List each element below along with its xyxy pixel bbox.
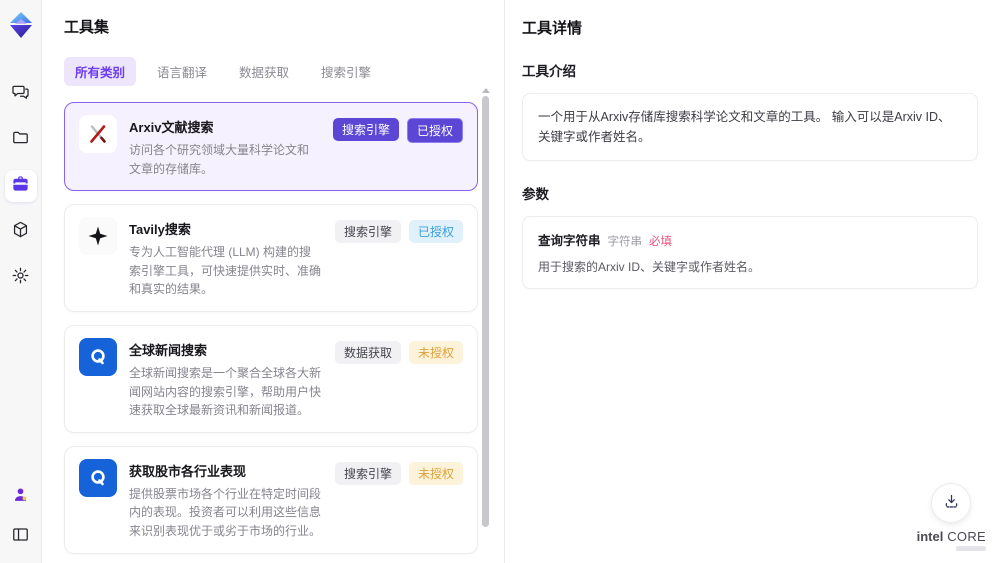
detail-title: 工具详情 [522,20,583,37]
scrollbar-up-arrow[interactable] [482,88,490,93]
page-title: 工具集 [64,19,110,36]
tool-card[interactable]: Tavily搜索 专为人工智能代理 (LLM) 构建的搜索引擎工具，可快速提供实… [64,204,478,312]
tool-badges: 搜索引擎 已授权 [332,115,463,178]
auth-status-badge: 未授权 [408,340,463,364]
auth-status-badge: 未授权 [408,461,463,485]
tab-label: 搜索引擎 [321,66,372,80]
download-icon [943,493,960,513]
scrollbar-thumb[interactable] [482,96,489,528]
list-scrollbar[interactable] [482,88,490,557]
toolbox-icon [11,174,30,198]
tool-detail-panel: 工具详情 工具介绍 一个用于从Arxiv存储库搜索科学论文和文章的工具。 输入可… [505,0,1000,563]
sidebar-item-collapse[interactable] [5,521,37,553]
parameter-type: 字符串 [607,236,643,248]
user-icon [11,485,30,509]
cube-icon [11,220,30,244]
tool-card-body: Tavily搜索 专为人工智能代理 (LLM) 构建的搜索引擎工具，可快速提供实… [129,217,323,299]
category-badge: 搜索引擎 [334,461,401,485]
category-tab-0[interactable]: 所有类别 [64,57,137,86]
tavily-icon [79,217,117,256]
intro-box: 一个用于从Arxiv存储库搜索科学论文和文章的工具。 输入可以是Arxiv ID… [522,93,978,161]
tool-name: 全球新闻搜索 [129,342,208,358]
category-tab-1[interactable]: 语言翻译 [146,57,218,86]
intel-core-text: intel CORE [916,529,986,544]
tool-badges: 数据获取 未授权 [334,338,463,420]
tool-badges: 搜索引擎 已授权 [334,217,463,299]
auth-status-badge: 已授权 [408,220,463,244]
category-tab-2[interactable]: 数据获取 [228,57,300,86]
sidebar-item-cube[interactable] [5,216,37,248]
app-logo [6,10,36,40]
tool-card-body: 全球新闻搜索 全球新闻搜索是一个聚合全球各大新闻网站内容的搜索引擎，帮助用户快速… [129,338,323,420]
params-section-title: 参数 [522,187,549,202]
category-badge: 数据获取 [334,340,401,364]
tool-card[interactable]: 全球新闻搜索 全球新闻搜索是一个聚合全球各大新闻网站内容的搜索引擎，帮助用户快速… [64,324,478,433]
sidebar-nav [4,78,37,294]
category-badge: 搜索引擎 [334,220,401,244]
sidebar-item-settings[interactable] [5,262,37,294]
tab-label: 数据获取 [239,66,290,80]
parameter-description: 用于搜索的Arxiv ID、关键字或作者姓名。 [538,260,761,274]
parameter-name: 查询字符串 [538,234,601,248]
tool-description: 提供股票市场各个行业在特定时间段内的表现。投资者可以利用这些信息来识别表现优于或… [129,486,322,538]
tool-list: Arxiv文献搜索 访问各个研究领域大量科学论文和文章的存储库。 搜索引擎 已授… [64,102,478,563]
tab-label: 所有类别 [75,66,126,80]
sidebar-item-user[interactable] [5,481,37,513]
tool-list-panel: 工具集 所有类别 语言翻译 数据获取 搜索引擎 Arxiv文献搜索 访问各个研究… [42,0,505,563]
parameter-header: 查询字符串 字符串 必填 [538,230,962,249]
parameter-item: 查询字符串 字符串 必填 用于搜索的Arxiv ID、关键字或作者姓名。 [538,230,962,275]
panel-collapse-icon [11,525,30,549]
download-button[interactable] [931,483,972,523]
tool-badges: 搜索引擎 未授权 [334,459,463,541]
tool-card-body: 获取股市各行业表现 提供股票市场各个行业在特定时间段内的表现。投资者可以利用这些… [129,459,323,541]
tool-name: Arxiv文献搜索 [129,120,214,135]
news-q-icon [79,337,117,376]
sidebar-bottom [5,481,37,553]
tool-description: 专为人工智能代理 (LLM) 构建的搜索引擎工具，可快速提供实时、准确和真实的结… [129,245,322,297]
auth-status-badge: 已授权 [406,118,463,143]
tool-card[interactable]: Arxiv文献搜索 访问各个研究领域大量科学论文和文章的存储库。 搜索引擎 已授… [64,102,478,192]
sidebar-item-chat[interactable] [5,78,37,110]
arxiv-icon [79,115,117,153]
tool-card[interactable]: 获取股市各行业表现 提供股票市场各个行业在特定时间段内的表现。投资者可以利用这些… [64,445,478,554]
category-badge: 搜索引擎 [332,118,399,141]
tool-description: 访问各个研究领域大量科学论文和文章的存储库。 [129,143,310,176]
sidebar-item-toolbox[interactable] [4,170,37,202]
parameter-required-flag: 必填 [649,236,673,248]
news-q-icon [79,458,117,497]
intro-text: 一个用于从Arxiv存储库搜索科学论文和文章的工具。 输入可以是Arxiv ID… [538,110,951,144]
intel-core-logo: intel CORE [917,529,986,551]
intro-section-title: 工具介绍 [522,64,576,79]
app-window: 工具集 所有类别 语言翻译 数据获取 搜索引擎 Arxiv文献搜索 访问各个研究… [0,0,1000,563]
folder-icon [11,128,30,152]
chat-icon [11,82,30,106]
params-box: 查询字符串 字符串 必填 用于搜索的Arxiv ID、关键字或作者姓名。 [522,216,978,289]
category-tab-3[interactable]: 搜索引擎 [310,57,382,86]
sidebar-item-folder[interactable] [5,124,37,156]
sidebar [0,0,42,563]
intel-core-sub-badge [956,546,986,551]
tool-description: 全球新闻搜索是一个聚合全球各大新闻网站内容的搜索引擎，帮助用户快速获取全球最新资… [129,365,322,418]
category-tabs: 所有类别 语言翻译 数据获取 搜索引擎 [64,57,504,86]
tool-name: 获取股市各行业表现 [129,463,247,479]
floating-corner: intel CORE [917,483,986,551]
tab-label: 语言翻译 [157,66,208,80]
tool-name: Tavily搜索 [129,222,191,238]
gear-icon [11,266,30,290]
tool-card-body: Arxiv文献搜索 访问各个研究领域大量科学论文和文章的存储库。 [129,115,321,178]
